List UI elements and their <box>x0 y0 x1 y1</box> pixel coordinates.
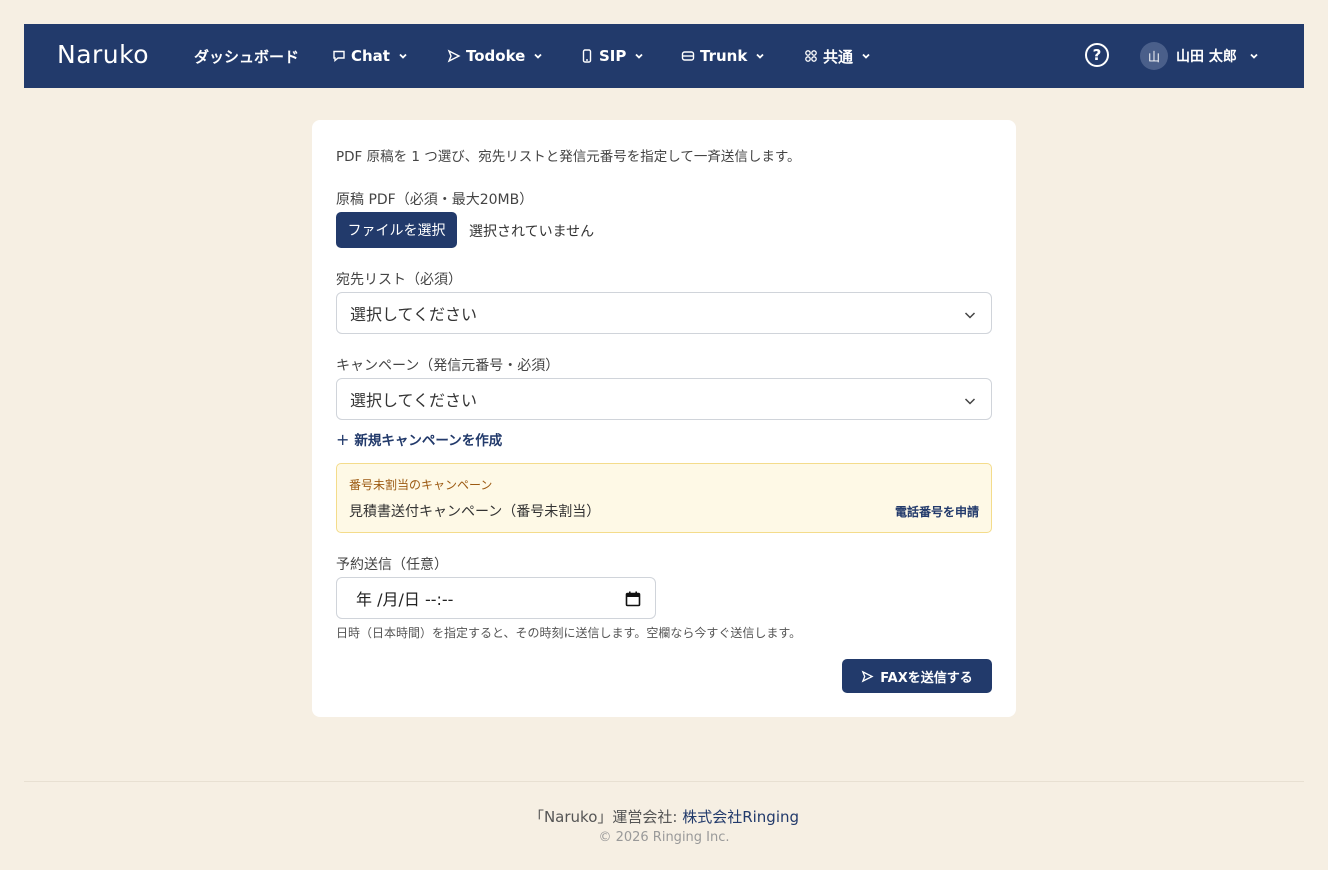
nav-dashboard[interactable]: ダッシュボード <box>194 24 299 88</box>
chevron-down-icon <box>634 51 644 61</box>
alert-campaign-name: 見積書送付キャンペーン（番号未割当） <box>349 504 601 520</box>
user-name: 山田 太郎 <box>1176 49 1237 65</box>
nav-trunk-label: Trunk <box>700 47 748 65</box>
send-icon <box>861 670 874 682</box>
send-icon <box>447 49 461 63</box>
company-link[interactable]: 株式会社Ringing <box>682 808 799 826</box>
file-status: 選択されていません <box>469 224 595 240</box>
chevron-down-icon <box>963 393 977 407</box>
phone-icon <box>580 49 594 63</box>
fax-send-form-card: PDF 原稿を 1 つ選び、宛先リストと発信元番号を指定して一斉送信します。 原… <box>312 120 1016 717</box>
nav-todoke[interactable]: Todoke <box>447 24 543 88</box>
campaign-label: キャンペーン（発信元番号・必須） <box>336 358 560 374</box>
chevron-down-icon <box>398 51 408 61</box>
nav-todoke-label: Todoke <box>466 47 526 65</box>
plus-icon: + <box>336 429 350 449</box>
chevron-down-icon <box>533 51 543 61</box>
brand-logo[interactable]: Naruko <box>57 40 149 69</box>
send-fax-button[interactable]: FAXを送信する <box>842 659 992 693</box>
request-number-link[interactable]: 電話番号を申請 <box>895 503 979 520</box>
chevron-down-icon <box>861 51 871 61</box>
grid-icon <box>804 49 818 63</box>
chevron-down-icon <box>1249 51 1259 61</box>
recipients-select[interactable]: 選択してください <box>336 292 992 334</box>
copyright: © 2026 Ringing Inc. <box>598 830 730 845</box>
footer-divider <box>24 781 1304 782</box>
campaign-select-value: 選択してください <box>350 391 478 410</box>
calendar-icon[interactable] <box>625 591 641 607</box>
nav-sip[interactable]: SIP <box>580 24 644 88</box>
nav-chat[interactable]: Chat <box>332 24 408 88</box>
nav-dashboard-label: ダッシュボード <box>194 47 300 66</box>
nav-chat-label: Chat <box>351 47 390 65</box>
recipients-label: 宛先リスト（必須） <box>336 272 462 288</box>
schedule-datetime-value: 年 /月/日 --:-- <box>356 590 454 609</box>
top-navbar: Naruko ダッシュボード Chat Todoke SIP Trunk 共通 … <box>24 24 1304 88</box>
nav-sip-label: SIP <box>599 47 627 65</box>
user-menu[interactable]: 山 山田 太郎 <box>1140 42 1259 70</box>
pdf-label: 原稿 PDF（必須・最大20MB） <box>336 192 534 208</box>
nav-trunk[interactable]: Trunk <box>681 24 765 88</box>
form-intro: PDF 原稿を 1 つ選び、宛先リストと発信元番号を指定して一斉送信します。 <box>336 149 801 165</box>
avatar: 山 <box>1140 42 1168 70</box>
nav-common[interactable]: 共通 <box>804 24 871 88</box>
schedule-label: 予約送信（任意） <box>336 557 448 573</box>
nav-common-label: 共通 <box>823 47 854 66</box>
server-icon <box>681 49 695 63</box>
chevron-down-icon <box>755 51 765 61</box>
campaign-select[interactable]: 選択してください <box>336 378 992 420</box>
new-campaign-label: 新規キャンペーンを作成 <box>354 433 503 449</box>
schedule-hint: 日時（日本時間）を指定すると、その時刻に送信します。空欄なら今すぐ送信します。 <box>336 626 802 640</box>
chevron-down-icon <box>963 307 977 321</box>
chat-bubble-icon <box>332 49 346 63</box>
recipients-select-value: 選択してください <box>350 305 478 324</box>
help-icon[interactable]: ? <box>1085 43 1109 67</box>
schedule-datetime-input[interactable]: 年 /月/日 --:-- <box>336 577 656 619</box>
send-fax-label: FAXを送信する <box>880 670 973 686</box>
choose-file-button[interactable]: ファイルを選択 <box>336 212 457 248</box>
unassigned-campaign-alert: 番号未割当のキャンペーン 見積書送付キャンペーン（番号未割当） 電話番号を申請 <box>336 463 992 533</box>
alert-title: 番号未割当のキャンペーン <box>349 478 493 492</box>
footer-prefix: 「Naruko」運営会社: <box>528 808 683 826</box>
new-campaign-link[interactable]: + 新規キャンペーンを作成 <box>336 429 503 450</box>
footer-operator: 「Naruko」運営会社: 株式会社Ringing <box>0 806 1328 827</box>
